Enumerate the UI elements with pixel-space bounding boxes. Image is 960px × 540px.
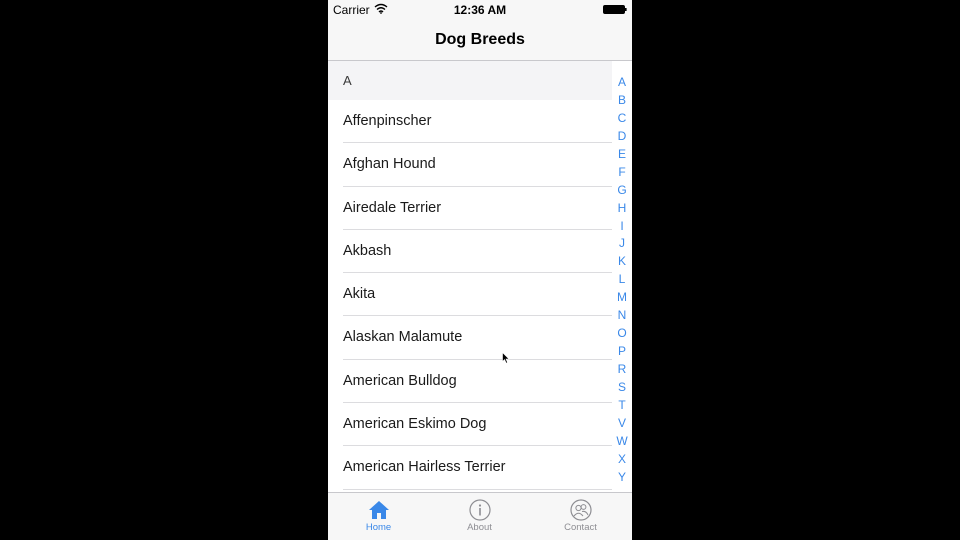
list-item-label: Alaskan Malamute bbox=[343, 329, 463, 346]
phone-screen: Carrier 12:36 AM Dog Breeds A Affenpinsc… bbox=[328, 0, 632, 540]
tab-contact-label: Contact bbox=[564, 522, 597, 533]
section-index[interactable]: ABCDEFGHIJKLMNOPRSTVWXY bbox=[612, 74, 632, 487]
breed-rows: Affenpinscher Afghan Hound Airedale Terrie… bbox=[328, 100, 612, 490]
index-letter-j[interactable]: J bbox=[612, 235, 632, 253]
index-letter-f[interactable]: F bbox=[612, 164, 632, 182]
list-item[interactable]: American Bulldog bbox=[328, 359, 612, 404]
tab-bar: Home About Contact bbox=[328, 492, 632, 540]
index-letter-e[interactable]: E bbox=[612, 146, 632, 164]
list-item[interactable]: Afghan Hound bbox=[328, 143, 612, 187]
index-letter-n[interactable]: N bbox=[612, 307, 632, 325]
list-item-label: Airedale Terrier bbox=[343, 199, 442, 216]
breed-list[interactable]: A Affenpinscher Afghan Hound Airedale Terr… bbox=[328, 61, 612, 493]
row-separator bbox=[343, 488, 612, 490]
index-letter-i[interactable]: I bbox=[612, 218, 632, 236]
index-letter-h[interactable]: H bbox=[612, 200, 632, 218]
index-letter-o[interactable]: O bbox=[612, 325, 632, 343]
list-item[interactable]: Airedale Terrier bbox=[328, 186, 612, 230]
list-item-label: American Eskimo Dog bbox=[343, 416, 487, 433]
index-letter-a[interactable]: A bbox=[612, 74, 632, 92]
status-bar: Carrier 12:36 AM bbox=[328, 0, 632, 20]
index-letter-g[interactable]: G bbox=[612, 182, 632, 200]
list-item-label: Affenpinscher bbox=[343, 113, 432, 129]
list-item-label: Akbash bbox=[343, 242, 392, 259]
index-letter-l[interactable]: L bbox=[612, 271, 632, 289]
index-letter-x[interactable]: X bbox=[612, 451, 632, 469]
contacts-icon bbox=[569, 499, 592, 521]
list-item-label: Afghan Hound bbox=[343, 156, 436, 173]
section-header-a: A bbox=[328, 61, 612, 100]
list-item[interactable]: Affenpinscher bbox=[328, 100, 612, 144]
tab-home-label: Home bbox=[365, 522, 392, 533]
tab-about-label: About bbox=[467, 522, 492, 533]
list-item-label: American Hairless Terrier bbox=[343, 459, 506, 476]
index-letter-k[interactable]: K bbox=[612, 253, 632, 271]
index-letter-v[interactable]: V bbox=[612, 415, 632, 433]
home-icon bbox=[368, 501, 389, 519]
tab-contact[interactable]: Contact bbox=[530, 493, 631, 540]
tab-about[interactable]: About bbox=[429, 493, 530, 540]
index-letter-y[interactable]: Y bbox=[612, 469, 632, 487]
index-letter-c[interactable]: C bbox=[612, 110, 632, 128]
list-item[interactable]: Akbash bbox=[328, 229, 612, 274]
index-letter-b[interactable]: B bbox=[612, 92, 632, 110]
index-letter-d[interactable]: D bbox=[612, 128, 632, 146]
index-letter-w[interactable]: W bbox=[612, 433, 632, 451]
list-item[interactable]: Alaskan Malamute bbox=[328, 316, 612, 360]
tab-home[interactable]: Home bbox=[328, 493, 429, 540]
mouse-cursor-icon bbox=[502, 352, 510, 364]
status-time: 12:36 AM bbox=[453, 3, 507, 17]
index-letter-m[interactable]: M bbox=[612, 289, 632, 307]
list-item[interactable]: American Eskimo Dog bbox=[328, 403, 612, 447]
battery-icon bbox=[603, 5, 627, 14]
page-title: Dog Breeds bbox=[435, 31, 525, 48]
index-letter-r[interactable]: R bbox=[612, 361, 632, 379]
list-item-label: American Bulldog bbox=[343, 372, 457, 389]
list-item[interactable]: American Hairless Terrier bbox=[328, 446, 612, 490]
list-item-label: Akita bbox=[343, 286, 376, 303]
index-letter-p[interactable]: P bbox=[612, 343, 632, 361]
info-icon bbox=[468, 499, 491, 521]
list-item[interactable]: Akita bbox=[328, 273, 612, 317]
index-letter-s[interactable]: S bbox=[612, 379, 632, 397]
index-letter-t[interactable]: T bbox=[612, 397, 632, 415]
navigation-bar: Dog Breeds bbox=[328, 20, 632, 61]
